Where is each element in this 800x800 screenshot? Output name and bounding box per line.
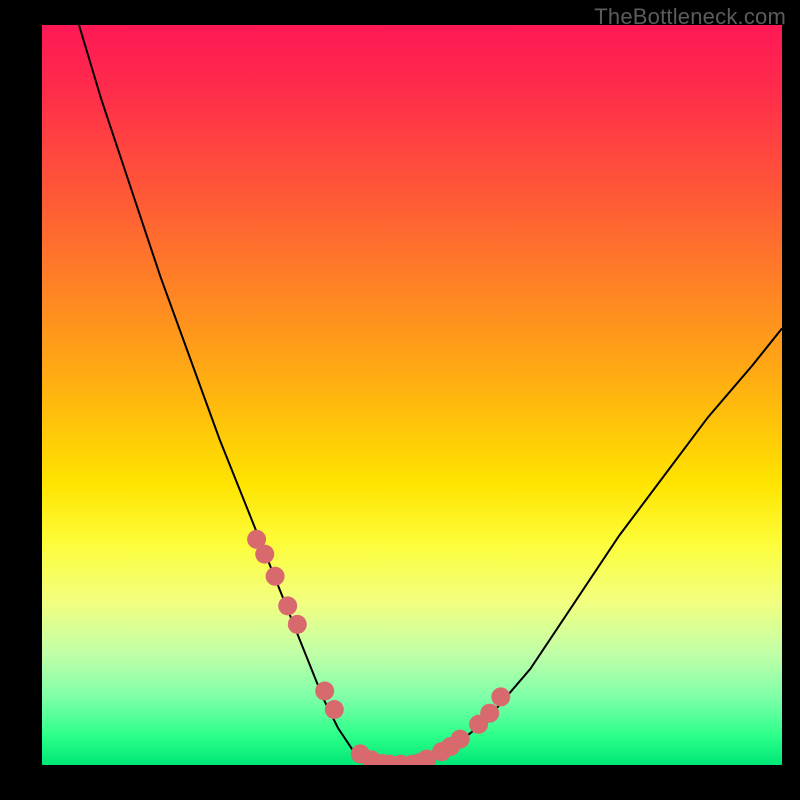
marker-dot <box>288 615 307 634</box>
plot-area <box>42 25 782 765</box>
marker-dot <box>266 567 285 586</box>
bottleneck-curve <box>79 25 782 765</box>
marker-dot <box>255 545 274 564</box>
chart-frame: TheBottleneck.com <box>0 0 800 800</box>
marker-dot <box>278 596 297 615</box>
marker-dot <box>480 704 499 723</box>
chart-overlay <box>42 25 782 765</box>
marker-dot <box>325 700 344 719</box>
marker-dot <box>451 730 470 749</box>
marker-dot <box>491 687 510 706</box>
marker-dot <box>315 682 334 701</box>
marker-group <box>247 530 510 765</box>
